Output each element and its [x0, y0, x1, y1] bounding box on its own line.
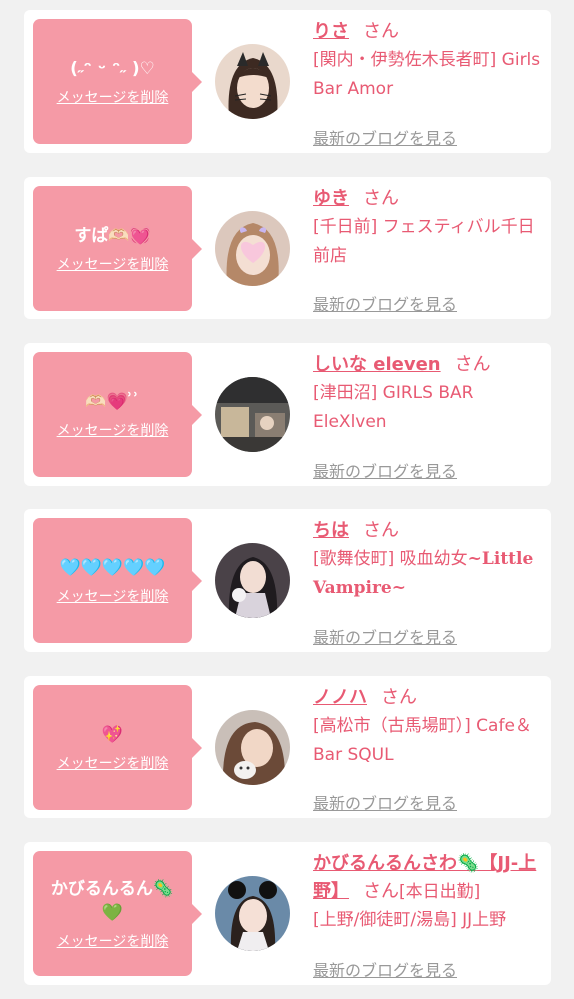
shop-name: [津田沼] GIRLS BAR EleXlven: [313, 383, 474, 432]
shop-name: [千日前] フェスティバル千日前店: [313, 217, 535, 266]
honorific: さん: [363, 520, 399, 541]
latest-blog-link[interactable]: 最新のブログを見る: [313, 624, 457, 648]
honorific: さん: [363, 188, 399, 209]
cast-name-link[interactable]: りさ: [313, 21, 349, 42]
latest-blog-link[interactable]: 最新のブログを見る: [313, 291, 457, 315]
attendance-status: [本日出勤]: [399, 882, 481, 902]
message-card: (˶ᵔ ᵕ ᵔ˶ )♡ メッセージを削除 りさ さん [関内・伊勢佐木長者町] G…: [24, 10, 551, 153]
message-bubble: (˶ᵔ ᵕ ᵔ˶ )♡ メッセージを削除: [33, 19, 202, 144]
message-text: すぱ🫶🏻💓: [74, 225, 151, 246]
profile-info: ちは さん [歌舞伎町] 吸血幼女~Little Vampire~: [313, 517, 545, 603]
message-card: かびるんるん🦠💚 メッセージを削除 かびるんるんさわ🦠【JJ-上野】 さん[本日出…: [24, 842, 551, 985]
delete-message-link[interactable]: メッセージを削除: [57, 753, 169, 773]
message-text: 🩵🩵🩵🩵🩵: [59, 557, 166, 578]
avatar[interactable]: [215, 876, 290, 951]
message-text: (˶ᵔ ᵕ ᵔ˶ )♡: [70, 58, 155, 79]
latest-blog-link[interactable]: 最新のブログを見る: [313, 790, 457, 814]
profile-info: しいな eleven さん [津田沼] GIRLS BAR EleXlven: [313, 351, 545, 437]
shop-prefix: [歌舞伎町] 吸血幼女: [313, 549, 468, 569]
message-text: 🫶🏻💗 ͗ ͗: [85, 391, 140, 412]
profile-info: ノノハ さん [高松市（古馬場町）] Cafe＆Bar SQUL: [313, 684, 545, 770]
avatar[interactable]: [215, 211, 290, 286]
honorific: さん: [454, 354, 491, 375]
message-card: 💖 メッセージを削除 ノノハ さん [高松市（古馬場町）] Cafe＆Bar SQ…: [24, 676, 551, 818]
avatar[interactable]: [215, 377, 290, 452]
shop-name: [関内・伊勢佐木長者町] Girls Bar Amor: [313, 50, 541, 99]
message-text: かびるんるん🦠💚: [50, 878, 175, 923]
latest-blog-link[interactable]: 最新のブログを見る: [313, 957, 457, 981]
cast-name-link[interactable]: ちは: [313, 520, 349, 541]
message-bubble: 🫶🏻💗 ͗ ͗ メッセージを削除: [33, 352, 202, 477]
message-bubble: 💖 メッセージを削除: [33, 685, 202, 810]
dark-outfit-photo: [215, 543, 290, 618]
latest-blog-link[interactable]: 最新のブログを見る: [313, 458, 457, 482]
avatar[interactable]: [215, 543, 290, 618]
message-card: 🩵🩵🩵🩵🩵 メッセージを削除 ちは さん [歌舞伎町] 吸血幼女~Little V…: [24, 509, 551, 652]
shop-name: [高松市（古馬場町）] Cafe＆Bar SQUL: [313, 716, 532, 765]
profile-info: りさ さん [関内・伊勢佐木長者町] Girls Bar Amor: [313, 18, 545, 104]
delete-message-link[interactable]: メッセージを削除: [57, 586, 169, 606]
message-bubble: すぱ🫶🏻💓 メッセージを削除: [33, 186, 202, 311]
message-bubble: 🩵🩵🩵🩵🩵 メッセージを削除: [33, 518, 202, 643]
avatar[interactable]: [215, 44, 290, 119]
message-text: 💖: [101, 724, 124, 745]
mouse-ears-photo: [215, 876, 290, 951]
bar-interior-photo: [215, 377, 290, 452]
delete-message-link[interactable]: メッセージを削除: [57, 420, 169, 440]
delete-message-link[interactable]: メッセージを削除: [57, 254, 169, 274]
avatar[interactable]: [215, 710, 290, 785]
honorific: さん: [363, 21, 399, 42]
shop-name: [上野/御徒町/湯島] JJ上野: [313, 910, 507, 930]
selfie-sticker-photo: [215, 710, 290, 785]
heart-sticker-photo: [215, 211, 290, 286]
delete-message-link[interactable]: メッセージを削除: [57, 87, 169, 107]
shop-name: [歌舞伎町] 吸血幼女~Little Vampire~: [313, 545, 545, 603]
message-card: すぱ🫶🏻💓 メッセージを削除 ゆき さん [千日前] フェスティバル千日前店 最新…: [24, 177, 551, 319]
message-list: (˶ᵔ ᵕ ᵔ˶ )♡ メッセージを削除 りさ さん [関内・伊勢佐木長者町] G…: [0, 0, 574, 999]
cast-name-link[interactable]: ノノハ: [313, 687, 367, 708]
cast-name-link[interactable]: しいな eleven: [313, 354, 441, 375]
honorific: さん: [381, 687, 417, 708]
cat-filter-photo: [215, 44, 290, 119]
cast-name-link[interactable]: ゆき: [313, 188, 349, 209]
profile-info: かびるんるんさわ🦠【JJ-上野】 さん[本日出勤] [上野/御徒町/湯島] JJ上…: [313, 850, 545, 935]
message-bubble: かびるんるん🦠💚 メッセージを削除: [33, 851, 202, 976]
latest-blog-link[interactable]: 最新のブログを見る: [313, 125, 457, 149]
profile-info: ゆき さん [千日前] フェスティバル千日前店: [313, 185, 545, 271]
honorific: さん: [363, 881, 399, 902]
message-card: 🫶🏻💗 ͗ ͗ メッセージを削除 しいな eleven さん [津田沼] GIRL…: [24, 343, 551, 486]
delete-message-link[interactable]: メッセージを削除: [57, 931, 169, 951]
